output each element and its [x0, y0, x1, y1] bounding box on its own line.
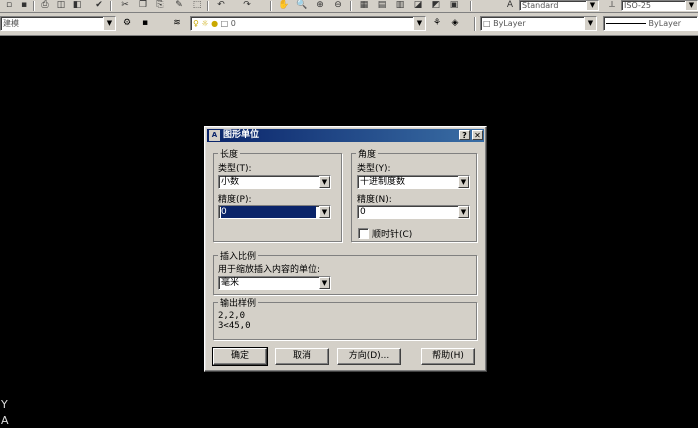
app-icon: A: [209, 130, 220, 141]
chevron-down-icon: ▼: [413, 17, 425, 30]
pan-icon[interactable]: ✋: [277, 0, 291, 11]
chevron-down-icon: ▼: [319, 176, 330, 188]
paste-icon[interactable]: ⎘: [153, 0, 167, 11]
close-icon[interactable]: ✕: [472, 130, 483, 140]
ok-button[interactable]: 确定: [212, 347, 268, 366]
dim-style-icon[interactable]: ⟂: [605, 0, 619, 11]
sample-line-1: 2,2,0: [218, 311, 246, 321]
lock-icon: ●: [211, 19, 219, 28]
angle-precision-label: 精度(N):: [357, 195, 392, 205]
help-button[interactable]: 帮助(H): [421, 348, 475, 365]
tool-palettes-icon[interactable]: ▥: [393, 0, 407, 11]
layer-combo[interactable]: ♀ ☼ ● □ 0 ▼: [190, 16, 426, 31]
cut-icon[interactable]: ✂: [118, 0, 132, 11]
plot-icon[interactable]: ◧: [70, 0, 84, 11]
angle-type-label: 类型(Y):: [357, 164, 391, 174]
dialog-title: 图形单位: [223, 130, 260, 140]
text-style-combo[interactable]: Standard ▼: [519, 0, 599, 11]
layer-manager-icon[interactable]: ≋: [170, 17, 184, 30]
drawing-units-dialog: A 图形单位 ? ✕ 长度 类型(T): 小数 ▼ 精度(P): 0 ▼ 角度 …: [204, 126, 487, 372]
print-icon[interactable]: ⎙: [38, 0, 52, 11]
angle-type-select[interactable]: 十进制度数 ▼: [357, 175, 470, 189]
length-type-label: 类型(T):: [218, 164, 252, 174]
preview-icon[interactable]: ◫: [54, 0, 68, 11]
dialog-titlebar[interactable]: A 图形单位 ? ✕: [207, 129, 484, 142]
design-center-icon[interactable]: ▤: [375, 0, 389, 11]
angle-precision-select[interactable]: 0 ▼: [357, 205, 470, 219]
color-swatch-icon: □: [483, 19, 494, 28]
workspace-combo[interactable]: 建模 ▼: [0, 16, 116, 31]
undo-icon[interactable]: ↶: [214, 0, 228, 11]
sample-output-legend: 输出样例: [220, 299, 257, 309]
zoom-window-icon[interactable]: ⊕: [313, 0, 327, 11]
match-properties-icon[interactable]: ✎: [172, 0, 186, 11]
block-editor-icon[interactable]: ⬚: [190, 0, 204, 11]
line-preview-icon: [606, 23, 646, 24]
insert-units-label: 用于缩放插入内容的单位:: [218, 265, 321, 275]
length-type-select[interactable]: 小数 ▼: [218, 175, 331, 189]
zoom-realtime-icon[interactable]: 🔍: [295, 0, 309, 11]
standard-toolbar: ▫ ▪ ⎙ ◫ ◧ ✔ ✂ ❐ ⎘ ✎ ⬚ ↶ ↷ ✋ 🔍 ⊕ ⊖ ▦ ▤ ▥ …: [0, 0, 698, 13]
angle-legend: 角度: [358, 150, 377, 160]
copy-icon[interactable]: ❐: [136, 0, 150, 11]
new-icon[interactable]: ▫: [2, 0, 16, 11]
help-icon[interactable]: ?: [459, 130, 470, 140]
chevron-down-icon: ▼: [458, 176, 469, 188]
color-swatch-icon: □: [220, 19, 229, 28]
chevron-down-icon: ▼: [586, 1, 598, 10]
text-style-icon[interactable]: A: [503, 0, 517, 11]
dim-style-combo[interactable]: ISO-25 ▼: [621, 0, 698, 11]
markup-icon[interactable]: ◩: [429, 0, 443, 11]
chevron-down-icon: ▼: [685, 1, 697, 10]
sample-output-group: 输出样例: [213, 296, 477, 340]
layer-previous-icon[interactable]: ◈: [448, 17, 462, 30]
sheet-set-icon[interactable]: ◪: [411, 0, 425, 11]
chevron-down-icon: ▼: [319, 206, 330, 218]
sun-icon: ☼: [201, 19, 209, 28]
save-icon[interactable]: ▪: [17, 0, 31, 11]
layers-toolbar: 建模 ▼ ⚙ ▪ ≋ ♀ ☼ ● □ 0 ▼ ⚘ ◈ □ ByLayer ▼ By…: [0, 13, 698, 36]
chevron-down-icon: ▼: [458, 206, 469, 218]
lightbulb-icon: ♀: [193, 19, 199, 28]
insert-scale-legend: 插入比例: [220, 252, 257, 262]
workspace-save-icon[interactable]: ▪: [138, 17, 152, 30]
chevron-down-icon: ▼: [319, 277, 330, 289]
workspace-settings-icon[interactable]: ⚙: [120, 17, 134, 30]
color-combo[interactable]: □ ByLayer ▼: [480, 16, 597, 31]
linetype-combo[interactable]: ByLayer: [603, 16, 698, 31]
sample-line-2: 3<45,0: [218, 321, 251, 331]
clockwise-checkbox[interactable]: [358, 228, 369, 239]
zoom-previous-icon[interactable]: ⊖: [331, 0, 345, 11]
insert-units-select[interactable]: 毫米 ▼: [218, 276, 331, 290]
cancel-button[interactable]: 取消: [275, 348, 329, 365]
publish-icon[interactable]: ✔: [92, 0, 106, 11]
ucs-y-label: Y: [1, 398, 8, 411]
length-precision-select[interactable]: 0 ▼: [218, 205, 331, 219]
length-legend: 长度: [220, 150, 239, 160]
clockwise-label[interactable]: 顺时针(C): [372, 227, 412, 240]
chevron-down-icon: ▼: [103, 17, 115, 30]
chevron-down-icon: ▼: [584, 17, 596, 30]
make-layer-current-icon[interactable]: ⚘: [430, 17, 444, 30]
direction-button[interactable]: 方向(D)...: [337, 348, 401, 365]
calculator-icon[interactable]: ▣: [447, 0, 461, 11]
ucs-a-label: A: [1, 414, 9, 427]
redo-icon[interactable]: ↷: [240, 0, 254, 11]
length-precision-label: 精度(P):: [218, 195, 252, 205]
properties-icon[interactable]: ▦: [357, 0, 371, 11]
